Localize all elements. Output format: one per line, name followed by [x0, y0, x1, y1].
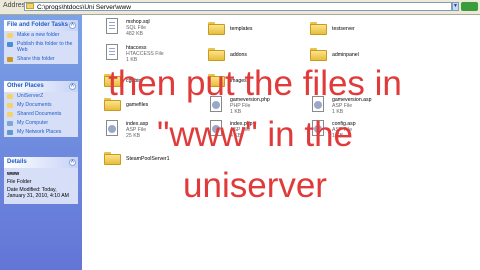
place-my-documents[interactable]: My Documents — [4, 101, 78, 110]
network-icon — [7, 130, 13, 135]
explorer-window: Address C:\progs\htdocs\Uni Server\www ▼… — [0, 0, 480, 270]
file-icon — [106, 44, 118, 60]
address-input[interactable]: C:\progs\htdocs\Uni Server\www — [24, 2, 452, 11]
file-item[interactable]: config.asp ASP File 1 KB — [310, 119, 410, 141]
details-panel: Details ˄ www File Folder Date Modified:… — [4, 157, 78, 204]
documents-icon — [7, 103, 13, 108]
file-size: 25 KB — [126, 133, 141, 139]
collapse-icon[interactable]: ˄ — [69, 22, 76, 29]
new-folder-icon — [7, 33, 13, 38]
go-button[interactable] — [461, 2, 478, 11]
folder-icon — [26, 3, 34, 9]
place-label: Shared Documents — [17, 111, 62, 117]
folder-icon — [310, 48, 327, 61]
task-label: Publish this folder to the Web — [17, 41, 73, 53]
folder-icon — [7, 94, 13, 99]
folder-name: templates — [230, 26, 253, 32]
place-network[interactable]: My Network Places — [4, 128, 78, 137]
folder-name: gamefiles — [126, 102, 149, 108]
shared-folder-icon — [7, 112, 13, 117]
folder-item[interactable]: gamefiles — [104, 95, 204, 117]
other-places-header[interactable]: Other Places ˄ — [4, 81, 78, 92]
computer-icon — [7, 121, 13, 126]
file-list: mshop.sql SQL File 482 KB htaccess HTACCESS… — [82, 15, 480, 270]
file-item[interactable]: gameversion.asp ASP File 1 KB — [310, 95, 410, 117]
file-size: 1 KB — [230, 109, 242, 115]
details-name: www — [7, 171, 20, 177]
task-share-folder[interactable]: Share this folder — [4, 55, 78, 64]
chevron-down-icon[interactable]: ▼ — [452, 2, 459, 11]
folder-name: addons — [230, 52, 248, 58]
place-shared-documents[interactable]: Shared Documents — [4, 110, 78, 119]
share-icon — [7, 57, 13, 62]
file-item[interactable]: mshop.sql SQL File 482 KB — [104, 17, 204, 39]
folder-name: images — [230, 78, 247, 84]
details-body: www File Folder Date Modified: Today, Ja… — [4, 168, 78, 204]
folder-item[interactable]: testserver — [310, 19, 410, 41]
asp-file-icon — [210, 120, 222, 136]
file-size: 1 KB — [332, 133, 344, 139]
folder-name: SteamPoolServer1 — [126, 156, 170, 162]
task-pane: File and Folder Tasks ˄ Make a new folde… — [0, 15, 82, 270]
task-label: Share this folder — [17, 56, 55, 62]
folder-icon — [208, 22, 225, 35]
place-label: My Computer — [17, 120, 49, 126]
asp-file-icon — [312, 120, 324, 136]
address-bar: Address C:\progs\htdocs\Uni Server\www ▼ — [0, 0, 480, 15]
file-tasks-title: File and Folder Tasks — [7, 22, 68, 28]
folder-icon — [208, 48, 225, 61]
details-modified: Date Modified: Today, January 31, 2010, … — [7, 187, 70, 199]
place-label: UniServerZ — [17, 93, 44, 99]
file-size: 482 KB — [126, 31, 144, 37]
file-item[interactable]: htaccess HTACCESS File 1 KB — [104, 43, 204, 65]
folder-icon — [104, 98, 121, 111]
task-publish-folder[interactable]: Publish this folder to the Web — [4, 40, 78, 55]
folder-icon — [310, 22, 327, 35]
file-item[interactable]: index.asp ASP File 25 KB — [104, 119, 204, 141]
folder-item[interactable]: cgi-bin — [104, 71, 204, 93]
place-label: My Documents — [17, 102, 52, 108]
place-my-computer[interactable]: My Computer — [4, 119, 78, 128]
file-size: 4 KB — [230, 133, 242, 139]
folder-name: adminpanel — [332, 52, 359, 58]
file-size: 1 KB — [126, 57, 138, 63]
task-make-folder[interactable]: Make a new folder — [4, 31, 78, 40]
task-label: Make a new folder — [17, 32, 60, 38]
details-title: Details — [7, 159, 27, 165]
folder-item[interactable]: SteamPoolServer1 — [104, 149, 204, 171]
asp-file-icon — [106, 120, 118, 136]
globe-icon — [7, 42, 13, 47]
other-places-title: Other Places — [7, 83, 44, 89]
place-uniserverz[interactable]: UniServerZ — [4, 92, 78, 101]
folder-item[interactable]: addons — [208, 45, 308, 67]
file-tasks-panel: File and Folder Tasks ˄ Make a new folde… — [4, 20, 78, 64]
folder-item[interactable]: images — [208, 71, 308, 93]
sql-file-icon — [106, 18, 118, 34]
file-size: 1 KB — [332, 109, 344, 115]
folder-icon — [208, 74, 225, 87]
folder-icon — [104, 152, 121, 165]
collapse-icon[interactable]: ˄ — [69, 159, 76, 166]
folder-name: testserver — [332, 26, 355, 32]
place-label: My Network Places — [17, 129, 62, 135]
file-item[interactable]: index.php ASP File 4 KB — [208, 119, 308, 141]
file-item[interactable]: gameversion.php PHP File 1 KB — [208, 95, 308, 117]
details-type: File Folder — [7, 179, 32, 185]
php-file-icon — [210, 96, 222, 112]
folder-name: cgi-bin — [126, 78, 142, 84]
folder-icon — [104, 74, 121, 87]
folder-item[interactable]: templates — [208, 19, 308, 41]
collapse-icon[interactable]: ˄ — [69, 83, 76, 90]
file-tasks-header[interactable]: File and Folder Tasks ˄ — [4, 20, 78, 31]
other-places-panel: Other Places ˄ UniServerZ My Documents S… — [4, 81, 78, 137]
folder-item[interactable]: adminpanel — [310, 45, 410, 67]
details-header[interactable]: Details ˄ — [4, 157, 78, 168]
asp-file-icon — [312, 96, 324, 112]
address-path: C:\progs\htdocs\Uni Server\www — [37, 4, 131, 11]
